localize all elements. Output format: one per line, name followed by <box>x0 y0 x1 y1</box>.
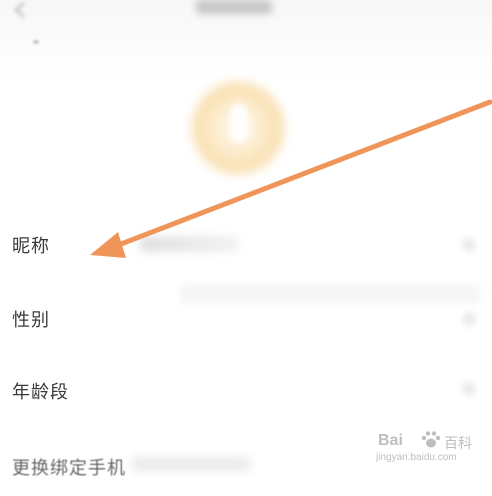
phone-label: 更换绑定手机 <box>12 458 126 479</box>
chevron-right-icon <box>462 382 476 396</box>
page-title-blurred <box>196 0 272 14</box>
row-nickname[interactable]: 昵称 <box>0 214 492 274</box>
row-gender[interactable]: 性别 <box>0 290 492 350</box>
paw-icon <box>421 431 441 448</box>
profile-edit-screen: 昵称 性别 年龄段 更换绑定手机 Bai 百科 jingyan.baidu.co… <box>0 0 492 483</box>
age-label: 年龄段 <box>12 382 69 403</box>
baidu-watermark: Bai 百科 jingyan.baidu.com <box>372 430 484 470</box>
watermark-baike-text: 百科 <box>444 436 472 452</box>
chevron-right-icon <box>462 312 476 326</box>
avatar-figure <box>230 104 248 142</box>
back-chevron-icon[interactable] <box>10 2 30 18</box>
row-age[interactable]: 年龄段 <box>0 362 492 422</box>
watermark-url: jingyan.baidu.com <box>376 452 457 463</box>
nickname-label: 昵称 <box>12 236 50 257</box>
chevron-right-icon <box>462 238 476 252</box>
watermark-logo-text: Bai <box>378 432 403 449</box>
gender-label: 性别 <box>12 310 50 331</box>
header-dot <box>33 40 39 44</box>
phone-value-blurred <box>132 456 250 472</box>
nickname-value-blurred <box>140 236 238 252</box>
